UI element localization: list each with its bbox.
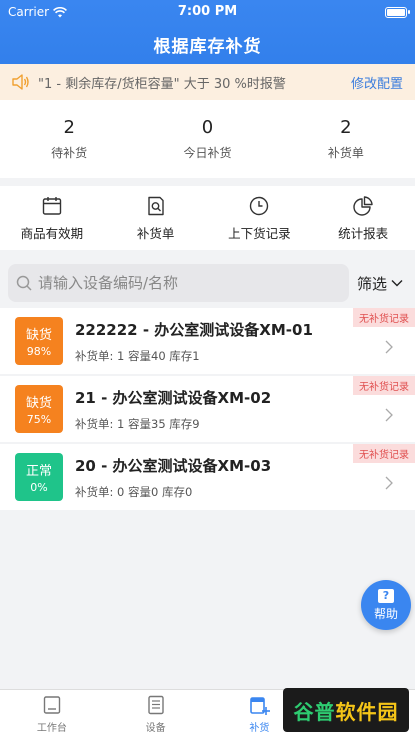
stat-pending-restock[interactable]: 2 待补货 <box>0 100 138 178</box>
device-row[interactable]: 缺货 75% 21 - 办公室测试设备XM-02 补货单: 1 容量35 库存9… <box>0 376 415 442</box>
device-summary: 补货单: 1 容量35 库存9 <box>75 416 200 431</box>
stock-percent: 0% <box>30 481 48 494</box>
stat-value: 2 <box>63 117 75 138</box>
filter-label: 筛选 <box>356 274 387 293</box>
calendar-icon <box>42 196 62 215</box>
device-summary: 补货单: 1 容量40 库存1 <box>75 348 200 363</box>
menu-item-restock-orders[interactable]: 补货单 <box>104 186 208 250</box>
stat-label: 待补货 <box>51 146 88 160</box>
device-list: 缺货 98% 222222 - 办公室测试设备XM-01 补货单: 1 容量40… <box>0 308 415 512</box>
status-time: 7:00 PM <box>177 4 238 19</box>
stat-label: 补货单 <box>327 146 364 160</box>
workbench-icon <box>43 696 61 714</box>
tab-device[interactable]: 设备 <box>104 690 208 738</box>
watermark-logo: 谷普 软件园 <box>283 688 409 732</box>
stock-percent: 98% <box>26 345 52 358</box>
tab-label: 补货 <box>249 723 270 734</box>
device-row[interactable]: 正常 0% 20 - 办公室测试设备XM-03 补货单: 0 容量0 库存0 无… <box>0 444 415 510</box>
chevron-right-icon <box>385 340 393 354</box>
stock-status-badge: 缺货 75% <box>15 385 63 433</box>
chevron-right-icon <box>385 476 393 490</box>
search-row: 筛选 <box>0 262 415 304</box>
status-bar: Carrier 7:00 PM <box>0 0 415 24</box>
chevron-down-icon <box>391 280 403 287</box>
stock-status-text: 缺货 <box>25 328 52 343</box>
search-document-icon <box>147 196 164 215</box>
stock-status-badge: 缺货 98% <box>15 317 63 365</box>
menu-item-load-records[interactable]: 上下货记录 <box>208 186 312 250</box>
device-name: 20 - 办公室测试设备XM-03 <box>75 456 272 475</box>
stats-panel: 2 待补货 0 今日补货 2 补货单 <box>0 100 415 178</box>
notice-text: "1 - 剩余库存/货柜容量" 大于 30 %时报警 <box>38 76 286 92</box>
stat-value: 0 <box>201 117 214 138</box>
search-box <box>8 264 349 302</box>
no-restock-record-tag: 无补货记录 <box>353 376 415 395</box>
no-restock-record-tag: 无补货记录 <box>353 308 415 327</box>
alert-notice-bar: "1 - 剩余库存/货柜容量" 大于 30 %时报警 修改配置 <box>0 64 415 100</box>
page-title: 根据库存补货 <box>153 37 262 57</box>
pie-chart-icon <box>353 195 373 216</box>
help-label: 帮助 <box>373 606 398 621</box>
device-icon <box>147 695 164 715</box>
speaker-icon <box>12 74 29 90</box>
stat-today-restock[interactable]: 0 今日补货 <box>138 100 276 178</box>
battery-icon <box>385 6 410 18</box>
menu-item-label: 补货单 <box>136 225 175 241</box>
filter-dropdown[interactable]: 筛选 <box>357 273 407 294</box>
chevron-right-icon <box>385 408 393 422</box>
stock-status-text: 缺货 <box>25 396 52 411</box>
stat-value: 2 <box>340 117 352 138</box>
stat-restock-orders[interactable]: 2 补货单 <box>277 100 415 178</box>
stock-status-badge: 正常 0% <box>15 453 63 501</box>
stat-label: 今日补货 <box>183 146 232 160</box>
menu-item-statistics[interactable]: 统计报表 <box>311 186 415 250</box>
help-button[interactable]: ? 帮助 <box>361 580 411 630</box>
edit-config-link[interactable]: 修改配置 <box>351 73 403 92</box>
question-icon: ? <box>378 588 394 603</box>
search-icon <box>16 275 32 291</box>
menu-item-label: 商品有效期 <box>20 225 84 241</box>
device-row[interactable]: 缺货 98% 222222 - 办公室测试设备XM-01 补货单: 1 容量40… <box>0 308 415 374</box>
no-restock-record-tag: 无补货记录 <box>353 444 415 463</box>
restock-icon <box>250 697 271 715</box>
menu-item-expiry[interactable]: 商品有效期 <box>0 186 104 250</box>
device-summary: 补货单: 0 容量0 库存0 <box>75 484 193 499</box>
menu-item-label: 统计报表 <box>338 225 389 241</box>
stock-status-text: 正常 <box>25 464 52 479</box>
quick-menu: 商品有效期 补货单 上下货记录 统计报表 <box>0 186 415 250</box>
clock-icon <box>250 196 269 215</box>
search-input[interactable] <box>38 274 341 292</box>
device-name: 222222 - 办公室测试设备XM-01 <box>75 320 313 339</box>
tab-workbench[interactable]: 工作台 <box>0 690 104 738</box>
device-name: 21 - 办公室测试设备XM-02 <box>75 388 272 407</box>
stock-percent: 75% <box>26 413 52 426</box>
watermark-text-1: 谷普 <box>293 699 336 724</box>
tab-label: 设备 <box>145 723 166 734</box>
menu-item-label: 上下货记录 <box>228 225 291 241</box>
tab-label: 工作台 <box>36 723 67 734</box>
watermark-text-2: 软件园 <box>335 699 399 724</box>
